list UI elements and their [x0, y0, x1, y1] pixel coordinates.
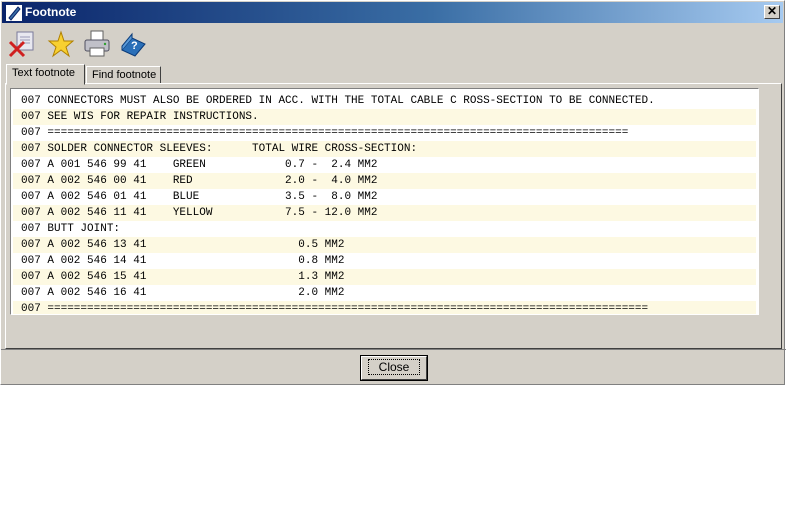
toolbar: ?	[5, 26, 205, 60]
favorite-star-icon	[47, 30, 75, 58]
footnote-lines: 007 CONNECTORS MUST ALSO BE ORDERED IN A…	[13, 93, 756, 314]
footnote-line: 007 A 002 546 00 41 RED 2.0 - 4.0 MM2	[13, 173, 756, 189]
print-button[interactable]	[81, 28, 113, 60]
footnote-line: 007 A 002 546 01 41 BLUE 3.5 - 8.0 MM2	[21, 191, 378, 203]
footnote-line: 007 A 002 546 15 41 1.3 MM2	[13, 269, 756, 285]
footnote-line: 007 A 002 546 16 41 2.0 MM2	[21, 287, 345, 299]
printer-icon	[84, 30, 110, 57]
close-button-label: Close	[367, 359, 421, 375]
footnote-line: 007 ====================================…	[21, 127, 629, 139]
help-button[interactable]: ?	[117, 28, 149, 60]
footnote-line: 007 BUTT JOINT:	[21, 223, 121, 235]
footnote-window: Footnote ✕ ? Text footnote Find footnote…	[0, 0, 786, 386]
help-book-icon: ?	[121, 32, 146, 57]
remove-footnote-button[interactable]	[7, 28, 39, 60]
footnote-line: 007 CONNECTORS MUST ALSO BE ORDERED IN A…	[21, 95, 655, 107]
tab-find-footnote[interactable]: Find footnote	[86, 66, 161, 84]
footnote-line: 007 A 001 546 99 41 GREEN 0.7 - 2.4 MM2	[21, 159, 378, 171]
tab-panel: 007 CONNECTORS MUST ALSO BE ORDERED IN A…	[5, 83, 782, 349]
button-bar: Close	[1, 349, 786, 386]
tab-text-footnote[interactable]: Text footnote	[6, 64, 85, 85]
footnote-line: 007 ====================================…	[13, 301, 756, 314]
footnote-text-area[interactable]: 007 CONNECTORS MUST ALSO BE ORDERED IN A…	[10, 88, 759, 315]
footnote-line: 007 SOLDER CONNECTOR SLEEVES: TOTAL WIRE…	[13, 141, 756, 157]
svg-text:?: ?	[131, 40, 138, 52]
footnote-line: 007 A 002 546 11 41 YELLOW 7.5 - 12.0 MM…	[13, 205, 756, 221]
window-close-button[interactable]: ✕	[764, 5, 780, 19]
window-title: Footnote	[25, 5, 77, 19]
footnote-line: 007 A 002 546 13 41 0.5 MM2	[13, 237, 756, 253]
pen-icon	[6, 5, 22, 21]
favorite-button[interactable]	[45, 28, 77, 60]
footnote-line: 007 SEE WIS FOR REPAIR INSTRUCTIONS.	[13, 109, 756, 125]
footnote-line: 007 A 002 546 14 41 0.8 MM2	[21, 255, 345, 267]
close-button[interactable]: Close	[360, 355, 428, 381]
remove-footnote-icon	[8, 31, 34, 58]
title-bar: Footnote ✕	[2, 2, 783, 23]
